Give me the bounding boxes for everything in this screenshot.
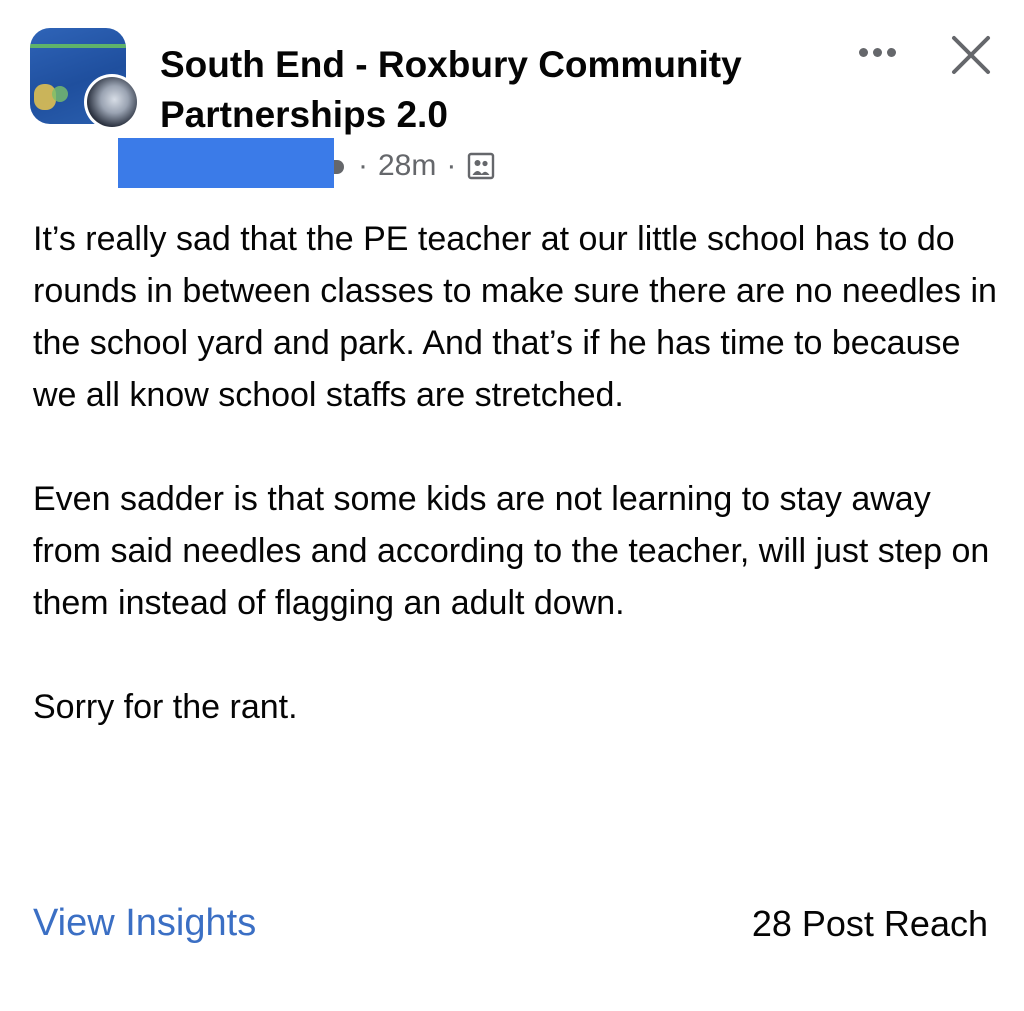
post-paragraph: Even sadder is that some kids are not le…	[33, 480, 990, 622]
post-text: It’s really sad that the PE teacher at o…	[33, 213, 998, 785]
post-paragraph: Sorry for the rant.	[33, 688, 298, 726]
meta-separator: ·	[446, 149, 457, 182]
more-options-icon[interactable]	[850, 40, 904, 64]
post-reach-count: 28 Post Reach	[751, 903, 988, 944]
group-name[interactable]: South End - Roxbury Community Partnershi…	[160, 40, 820, 140]
close-icon[interactable]	[946, 30, 996, 80]
redacted-author-name	[118, 138, 334, 188]
group-avatar[interactable]	[30, 28, 142, 132]
post-paragraph: It’s really sad that the PE teacher at o…	[33, 220, 997, 414]
view-insights-link[interactable]: View Insights	[33, 898, 256, 948]
members-icon[interactable]	[466, 151, 496, 181]
author-profile-picture[interactable]	[84, 74, 140, 130]
post-meta: · 28m ·	[358, 146, 496, 186]
meta-separator: ·	[358, 149, 368, 182]
post-timestamp[interactable]: 28m	[378, 149, 436, 183]
redacted-author-name-edge	[334, 160, 344, 174]
